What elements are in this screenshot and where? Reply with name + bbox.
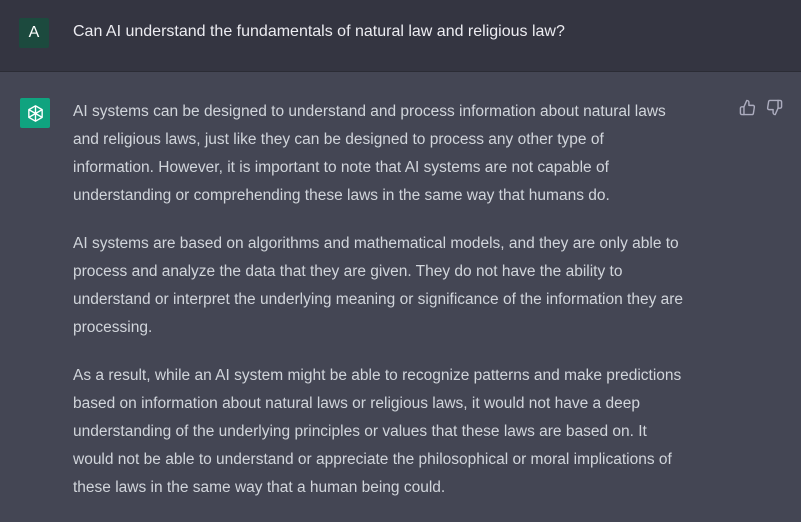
thumbs-up-icon[interactable] <box>739 99 756 116</box>
answer-line: AI systems are based on algorithms and m… <box>73 235 679 252</box>
answer-line: information. However, it is important to… <box>73 159 609 176</box>
feedback-buttons <box>739 99 783 116</box>
answer-line: based on information about natural laws … <box>73 395 640 412</box>
assistant-message-row: AI systems can be designed to understand… <box>0 73 801 514</box>
answer-paragraph: As a result, while an AI system might be… <box>73 362 733 502</box>
answer-line: process and analyze the data that they a… <box>73 263 623 280</box>
answer-line: would not be able to understand or appre… <box>73 451 672 468</box>
answer-paragraph: AI systems are based on algorithms and m… <box>73 230 733 342</box>
answer-line: and religious laws, just like they can b… <box>73 131 604 148</box>
answer-line: processing. <box>73 319 153 336</box>
answer-line: AI systems can be designed to understand… <box>73 103 666 120</box>
answer-line: understanding or comprehending these law… <box>73 187 610 204</box>
answer-line: understand or interpret the underlying m… <box>73 291 684 308</box>
user-question: Can AI understand the fundamentals of na… <box>73 23 565 40</box>
thumbs-down-icon[interactable] <box>766 99 783 116</box>
answer-paragraph: AI systems can be designed to understand… <box>73 98 733 210</box>
answer-line: understanding of the underlying principl… <box>73 423 647 440</box>
user-message-row: A Can AI understand the fundamentals of … <box>0 0 801 72</box>
assistant-answer: AI systems can be designed to understand… <box>73 98 733 522</box>
openai-logo-icon <box>20 98 50 128</box>
answer-line: these laws in the same way that a human … <box>73 479 446 496</box>
user-avatar: A <box>19 18 49 48</box>
answer-line: As a result, while an AI system might be… <box>73 367 682 384</box>
